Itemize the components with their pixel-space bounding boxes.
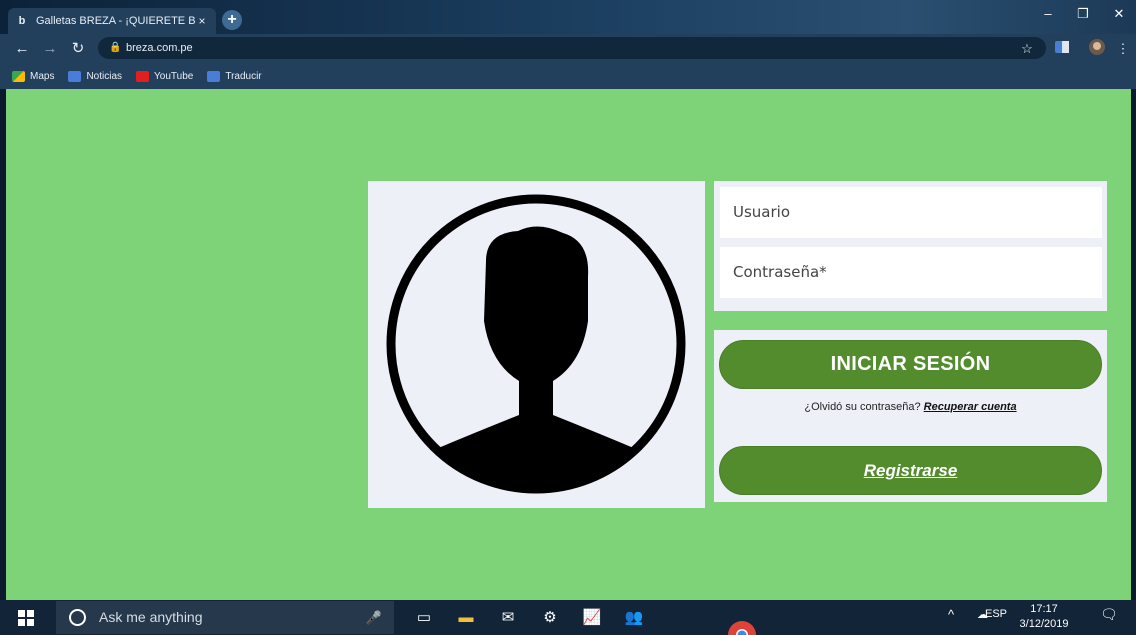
- notifications-icon[interactable]: 🗨: [1100, 606, 1118, 623]
- star-icon[interactable]: ☆: [1017, 39, 1037, 59]
- people-icon[interactable]: 👥: [624, 608, 644, 628]
- language-indicator[interactable]: ESP: [985, 608, 1007, 620]
- bookmark-noticias[interactable]: Noticias: [68, 71, 122, 82]
- mail-icon[interactable]: ✉: [498, 608, 518, 628]
- settings-gear-icon[interactable]: ⚙: [540, 608, 560, 628]
- breza-favicon-icon: b: [18, 15, 26, 27]
- screen: b Galletas BREZA - ¡QUIERETE BIEN × + – …: [0, 0, 1136, 635]
- clock-time: 17:17: [1030, 603, 1058, 615]
- translate-icon: [207, 71, 221, 82]
- bookmark-maps[interactable]: Maps: [12, 71, 54, 82]
- forgot-password-text: ¿Olvidó su contraseña? Recuperar cuenta: [804, 401, 1017, 413]
- back-icon[interactable]: ←: [12, 39, 32, 59]
- new-tab-button[interactable]: +: [222, 10, 242, 30]
- tab-breza[interactable]: b Galletas BREZA - ¡QUIERETE BIEN ×: [8, 8, 216, 34]
- chrome-taskbar-icon[interactable]: [725, 618, 759, 635]
- bookmarks-bar: Maps Noticias YouTube Traducir: [0, 64, 1136, 89]
- login-actions: INICIAR SESIÓN ¿Olvidó su contraseña? Re…: [714, 330, 1107, 502]
- file-explorer-icon[interactable]: ▬: [456, 608, 476, 628]
- cortana-icon: [69, 609, 86, 626]
- task-view-icon[interactable]: ▭: [414, 608, 434, 628]
- register-button[interactable]: Registrarse: [719, 446, 1102, 495]
- profile-avatar[interactable]: [1087, 39, 1107, 59]
- clock-date: 3/12/2019: [1019, 618, 1069, 630]
- recover-account-link[interactable]: Recuperar cuenta: [924, 401, 1017, 413]
- news-icon: [68, 71, 82, 82]
- login-form: Usuario Contraseña*: [714, 181, 1107, 311]
- restore-icon[interactable]: ❐: [1072, 6, 1094, 22]
- menu-icon[interactable]: ⋮: [1113, 39, 1133, 59]
- show-hidden-icons[interactable]: ^: [948, 607, 954, 622]
- page-content: Usuario Contraseña* INICIAR SESIÓN ¿Olvi…: [6, 89, 1131, 600]
- user-silhouette-icon: [386, 194, 686, 494]
- address-bar[interactable]: 🔒 breza.com.pe: [98, 37, 1046, 59]
- avatar-panel: [368, 181, 705, 508]
- lock-icon: 🔒: [109, 42, 122, 53]
- reload-icon[interactable]: ↻: [68, 39, 88, 59]
- close-window-icon[interactable]: ✕: [1108, 6, 1130, 22]
- cortana-search[interactable]: Ask me anything 🎤: [56, 601, 394, 634]
- tab-title: Galletas BREZA - ¡QUIERETE BIEN: [36, 15, 196, 27]
- system-clock[interactable]: 17:17 3/12/2019: [1017, 602, 1071, 632]
- username-field[interactable]: Usuario: [720, 187, 1102, 238]
- minimize-icon[interactable]: –: [1037, 6, 1059, 21]
- translate-extension-icon[interactable]: [1052, 39, 1072, 59]
- forward-icon[interactable]: →: [40, 39, 60, 59]
- password-field[interactable]: Contraseña*: [720, 247, 1102, 298]
- close-tab-icon[interactable]: ×: [196, 14, 208, 28]
- search-placeholder: Ask me anything: [99, 609, 203, 625]
- url-text: breza.com.pe: [126, 42, 193, 54]
- browser-tabstrip: b Galletas BREZA - ¡QUIERETE BIEN × + – …: [0, 0, 1136, 34]
- login-button[interactable]: INICIAR SESIÓN: [719, 340, 1102, 389]
- maps-icon: [12, 71, 25, 82]
- youtube-icon: [136, 71, 150, 82]
- taskbar: Ask me anything 🎤 ▭ ▬ ✉ ⚙ 📈 👥 ^ ☁ ESP 🗨: [0, 600, 1136, 635]
- microphone-icon[interactable]: 🎤: [366, 601, 382, 634]
- stocks-icon[interactable]: 📈: [582, 608, 602, 628]
- windows-start-icon[interactable]: [18, 610, 34, 626]
- bookmark-youtube[interactable]: YouTube: [136, 71, 193, 82]
- bookmark-traducir[interactable]: Traducir: [207, 71, 262, 82]
